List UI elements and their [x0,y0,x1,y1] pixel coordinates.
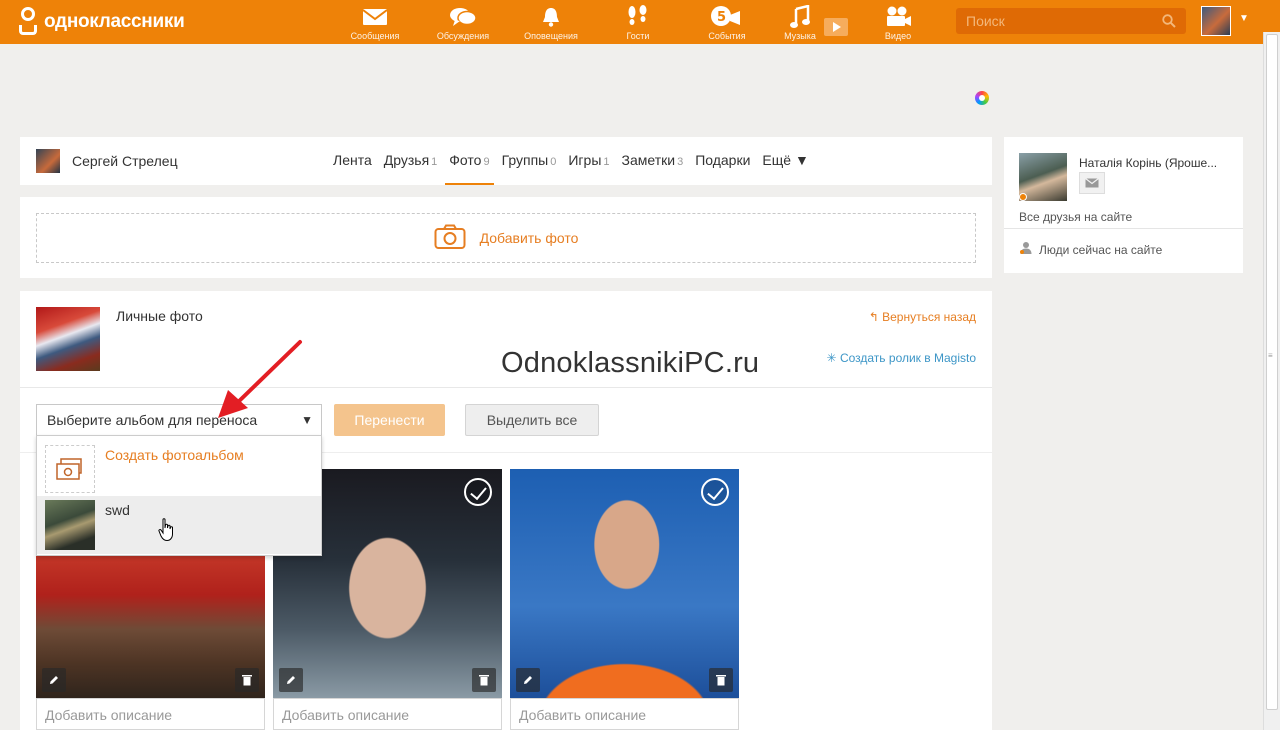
photo-tile[interactable] [510,469,739,698]
create-album-option[interactable]: Создать фотоальбом [37,436,321,494]
chevron-down-icon[interactable]: ▼ [1239,13,1249,24]
add-photo-card: Добавить фото [20,197,992,278]
music-play-button[interactable] [822,0,850,44]
back-arrow-icon: ↰ [868,310,879,324]
divider [20,387,992,388]
magisto-link[interactable]: ✳ Создать ролик в Magisto [827,351,976,365]
user-avatar[interactable] [1201,6,1231,36]
search-input[interactable]: Поиск [956,8,1186,34]
back-link[interactable]: ↰ Вернуться назад [869,310,976,324]
tab-gifts[interactable]: Подарки [691,137,754,185]
video-camera-icon [884,3,912,31]
add-photo-label: Добавить фото [479,230,579,246]
select-check-icon[interactable] [464,478,492,506]
camera-icon [434,224,466,253]
album-cover[interactable] [36,307,100,371]
nav-video[interactable]: Видео [878,0,918,44]
bell-icon [540,3,562,31]
all-friends-link[interactable]: Все друзья на сайте [1019,210,1132,224]
album-option-swd[interactable]: swd [37,496,321,554]
friend-name[interactable]: Наталія Корінь (Ярошe... [1079,156,1217,170]
album-option-thumb [45,500,95,550]
move-button[interactable]: Перенести [334,404,445,436]
tab-games[interactable]: Игры 1 [564,137,613,185]
trash-icon[interactable] [235,668,259,692]
chat-bubbles-icon [449,3,477,31]
photo-description-input[interactable]: Добавить описание [273,698,502,730]
magisto-star-icon: ✳ [826,351,837,365]
red-arrow-annotation [218,340,302,418]
nav-discussions[interactable]: Обсуждения [430,0,496,44]
select-check-icon[interactable] [701,478,729,506]
pencil-icon[interactable] [516,668,540,692]
online-indicator [1019,193,1027,201]
watermark-text: OdnoklassnikiPC.ru [501,347,760,379]
logo-text: одноклассники [44,11,185,32]
profile-bar: Сергей Стрелец Лента Друзья 1 Фото 9 Групп… [20,137,992,185]
play-icon [823,13,849,41]
album-title: Личные фото [116,308,203,324]
profile-name[interactable]: Сергей Стрелец [72,153,178,169]
add-photo-button[interactable]: Добавить фото [36,213,976,263]
top-bar: одноклассники Сообщения Обсуждения Опове… [0,0,1280,44]
page-scrollbar[interactable]: ≡ [1263,32,1280,730]
ok-logo-icon [18,7,38,37]
profile-avatar[interactable] [36,149,60,173]
pencil-icon[interactable] [279,668,303,692]
photo-description-input[interactable]: Добавить описание [36,698,265,730]
person-icon [1019,241,1033,258]
hand-cursor-icon [158,518,176,547]
tab-more[interactable]: Ещё ▼ [758,137,812,185]
tab-friends[interactable]: Друзья 1 [380,137,442,185]
album-add-icon [45,445,95,493]
envelope-icon [362,3,388,31]
events-icon: 5 [710,3,744,31]
photo-description-input[interactable]: Добавить описание [510,698,739,730]
trash-icon[interactable] [709,668,733,692]
music-note-icon [789,3,811,31]
nav-events[interactable]: 5 События [700,0,754,44]
tab-feed[interactable]: Лента [329,137,376,185]
search-icon[interactable] [1162,14,1176,31]
people-online-link[interactable]: Люди сейчас на сайте [1019,241,1162,258]
album-dropdown-menu: Создать фотоальбом swd [36,435,322,556]
nav-guests[interactable]: Гости [610,0,666,44]
svg-text:5: 5 [717,10,726,25]
color-wheel-icon[interactable] [975,91,989,105]
profile-tabs: Лента Друзья 1 Фото 9 Группы 0 Игры 1 Заметк… [329,137,817,185]
nav-music[interactable]: Музыка [780,0,820,44]
friends-online-card: Наталія Корінь (Ярошe... Все друзья на с… [1004,137,1243,273]
tab-photos[interactable]: Фото 9 [445,137,494,185]
divider [1004,228,1243,229]
pencil-icon[interactable] [42,668,66,692]
logo[interactable]: одноклассники [18,7,185,37]
footprints-icon [625,3,651,31]
tab-notes[interactable]: Заметки 3 [618,137,688,185]
nav-notifications[interactable]: Оповещения [518,0,584,44]
scrollbar-grip-icon: ≡ [1268,351,1273,360]
tab-groups[interactable]: Группы 0 [498,137,561,185]
nav-messages[interactable]: Сообщения [343,0,407,44]
trash-icon[interactable] [472,668,496,692]
scrollbar-thumb[interactable] [1266,34,1278,710]
message-icon[interactable] [1079,172,1105,194]
select-all-button[interactable]: Выделить все [465,404,599,436]
